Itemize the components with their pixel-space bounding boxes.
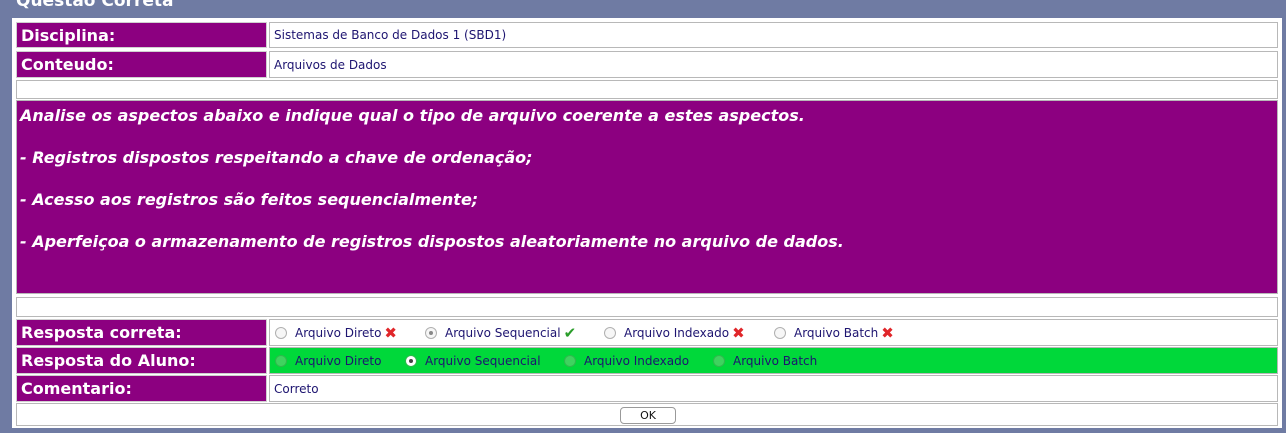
spacer-row — [16, 80, 1278, 99]
radio-button[interactable] — [275, 354, 287, 367]
student-option-direto[interactable]: Arquivo Direto — [275, 354, 381, 368]
resposta-aluno-row: Resposta do Aluno: Arquivo Direto Arquiv… — [16, 347, 1278, 374]
correct-option-sequencial[interactable]: Arquivo Sequencial ✔ — [425, 323, 577, 342]
option-label: Arquivo Direto — [295, 325, 382, 340]
comentario-value: Correto — [269, 375, 1278, 402]
cross-icon: ✖ — [732, 323, 745, 342]
question-text: Analise os aspectos abaixo e indique qua… — [16, 100, 1278, 294]
option-label: Arquivo Direto — [295, 353, 382, 368]
radio-button[interactable] — [774, 326, 786, 339]
resposta-aluno-options: Arquivo Direto Arquivo Sequencial Arquiv… — [269, 347, 1278, 374]
conteudo-value: Arquivos de Dados — [269, 51, 1278, 78]
radio-button[interactable] — [425, 326, 437, 339]
disciplina-value: Sistemas de Banco de Dados 1 (SBD1) — [269, 22, 1278, 48]
resposta-correta-label: Resposta correta: — [16, 319, 267, 346]
resposta-correta-options: Arquivo Direto ✖ Arquivo Sequencial ✔ Ar… — [269, 319, 1278, 346]
ok-button[interactable]: OK — [620, 407, 676, 424]
button-row: OK — [16, 403, 1278, 426]
student-option-sequencial[interactable]: Arquivo Sequencial — [405, 354, 541, 368]
resposta-correta-row: Resposta correta: Arquivo Direto ✖ Arqui… — [16, 319, 1278, 346]
question-line: - Registros dispostos respeitando a chav… — [20, 148, 533, 167]
option-label: Arquivo Batch — [733, 353, 818, 368]
radio-button[interactable] — [405, 354, 417, 367]
radio-button[interactable] — [275, 326, 287, 339]
option-label: Arquivo Indexado — [624, 325, 730, 340]
option-label: Arquivo Indexado — [584, 353, 690, 368]
disciplina-row: Disciplina: Sistemas de Banco de Dados 1… — [16, 22, 1278, 48]
correct-option-indexado[interactable]: Arquivo Indexado ✖ — [604, 323, 745, 342]
correct-option-batch[interactable]: Arquivo Batch ✖ — [774, 323, 894, 342]
question-panel: Disciplina: Sistemas de Banco de Dados 1… — [12, 18, 1282, 428]
conteudo-label: Conteudo: — [16, 51, 267, 78]
student-option-indexado[interactable]: Arquivo Indexado — [564, 354, 689, 368]
cross-icon: ✖ — [881, 323, 894, 342]
fieldset-legend: Questão Correta — [16, 0, 174, 11]
radio-button[interactable] — [564, 354, 576, 367]
cross-icon: ✖ — [384, 323, 397, 342]
option-label: Arquivo Sequencial — [445, 325, 561, 340]
option-label: Arquivo Batch — [794, 325, 879, 340]
conteudo-row: Conteudo: Arquivos de Dados — [16, 51, 1278, 78]
correct-option-direto[interactable]: Arquivo Direto ✖ — [275, 323, 397, 342]
question-line: - Aperfeiçoa o armazenamento de registro… — [20, 232, 844, 251]
student-option-batch[interactable]: Arquivo Batch — [713, 354, 817, 368]
question-line: - Acesso aos registros são feitos sequen… — [20, 190, 479, 209]
question-line: Analise os aspectos abaixo e indique qua… — [20, 106, 805, 125]
spacer-row — [16, 297, 1278, 317]
comentario-row: Comentario: Correto — [16, 375, 1278, 402]
option-label: Arquivo Sequencial — [425, 353, 541, 368]
comentario-label: Comentario: — [16, 375, 267, 402]
disciplina-label: Disciplina: — [16, 22, 267, 48]
radio-button[interactable] — [713, 354, 725, 367]
check-icon: ✔ — [563, 323, 577, 342]
radio-button[interactable] — [604, 326, 616, 339]
resposta-aluno-label: Resposta do Aluno: — [16, 347, 267, 374]
